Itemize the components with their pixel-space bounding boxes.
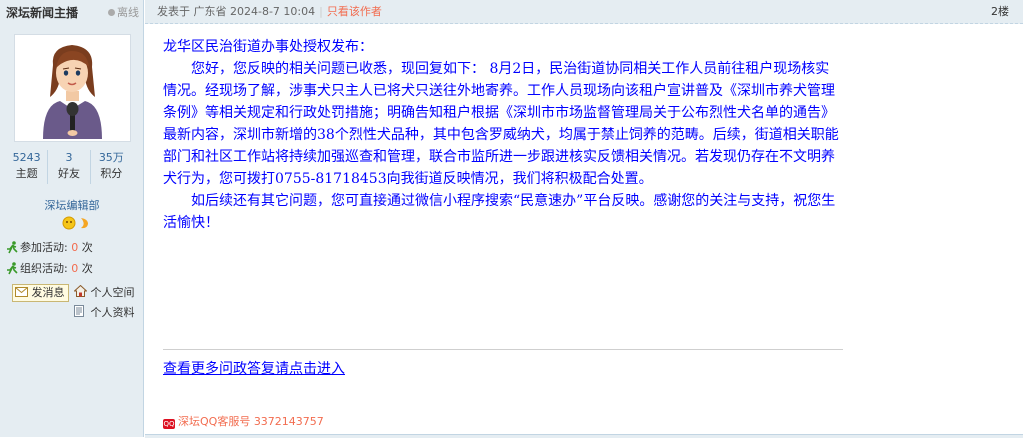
stat-points[interactable]: 35万 积分 [91, 150, 132, 184]
posted-at: 发表于 广东省 2024-8-7 10:04 [157, 5, 316, 18]
more-replies-link[interactable]: 查看更多问政答复请点击进入 [163, 359, 345, 379]
stat-label: 好友 [57, 167, 80, 180]
stat-value: 3 [65, 151, 73, 164]
activity-unit: 次 [81, 262, 93, 275]
home-icon [73, 284, 88, 297]
activity-count: 0 [71, 241, 79, 254]
divider-pipe: | [319, 5, 323, 18]
floor-number[interactable]: 2楼 [991, 5, 1009, 19]
sun-medal-icon [62, 216, 76, 230]
qq-badge-icon: QQ [163, 419, 175, 429]
medal-icons [62, 216, 88, 230]
author-name[interactable]: 深坛新闻主播 [6, 5, 78, 21]
send-message-button[interactable]: 发消息 [12, 284, 69, 302]
post-content: 龙华区民治街道办事处授权发布： 您好，您反映的相关问题已收悉，现回复如下： 8月… [163, 36, 843, 234]
post-bottom-bar [145, 434, 1023, 438]
post-paragraph: 如后续还有其它问题，您可直接通过微信小程序搜索“民意速办”平台反映。感谢您的关注… [163, 193, 836, 231]
stat-value: 5243 [12, 151, 41, 164]
stat-value: 35万 [98, 151, 124, 164]
post-header: 发表于 广东省 2024-8-7 10:04 | 只看该作者 2楼 [145, 0, 1023, 24]
post-paragraph: 您好，您反映的相关问题已收悉，现回复如下： 8月2日，民治街道协同相关工作人员前… [163, 61, 839, 187]
qq-service-line[interactable]: QQ 深坛QQ客服号 3372143757 [163, 415, 324, 429]
online-status: 离线 [108, 6, 139, 20]
stat-label: 主题 [15, 167, 38, 180]
qq-service-text: 深坛QQ客服号 3372143757 [178, 415, 324, 428]
joined-activities[interactable]: 参加活动: 0 次 [7, 241, 93, 255]
running-man-icon [7, 262, 18, 275]
post-paragraph-title: 龙华区民治街道办事处授权发布： [163, 39, 373, 55]
document-icon [74, 305, 84, 317]
author-panel: 深坛新闻主播 离线 5243 主题 3 好友 35万 积分 深坛编辑部 参加活动… [0, 0, 144, 437]
stat-label: 积分 [100, 167, 123, 180]
organized-activities[interactable]: 组织活动: 0 次 [7, 262, 93, 276]
send-message-label: 发消息 [31, 286, 65, 299]
activity-label: 组织活动: [20, 262, 68, 275]
envelope-icon [15, 287, 28, 297]
offline-dot-icon [108, 9, 115, 16]
stat-friends[interactable]: 3 好友 [48, 150, 91, 184]
moon-medal-icon [81, 218, 88, 229]
user-group-link[interactable]: 深坛编辑部 [0, 199, 144, 213]
medals [62, 216, 102, 230]
online-status-text: 离线 [117, 6, 139, 19]
content-divider [163, 349, 843, 350]
personal-space-label: 个人空间 [90, 286, 135, 299]
news-anchor-avatar-icon [43, 45, 102, 139]
profile-label: 个人资料 [90, 306, 135, 319]
stat-topics[interactable]: 5243 主题 [6, 150, 49, 184]
view-author-only-link[interactable]: 只看该作者 [327, 5, 382, 18]
running-man-icon [7, 241, 18, 254]
activity-count: 0 [71, 262, 79, 275]
personal-space-link[interactable]: 个人空间 [73, 284, 135, 300]
activity-label: 参加活动: [20, 241, 68, 254]
profile-link[interactable]: 个人资料 [74, 305, 135, 320]
avatar[interactable] [14, 34, 131, 142]
author-stats: 5243 主题 3 好友 35万 积分 [6, 150, 132, 184]
post-meta: 发表于 广东省 2024-8-7 10:04 | 只看该作者 [157, 5, 382, 19]
activity-unit: 次 [81, 241, 93, 254]
